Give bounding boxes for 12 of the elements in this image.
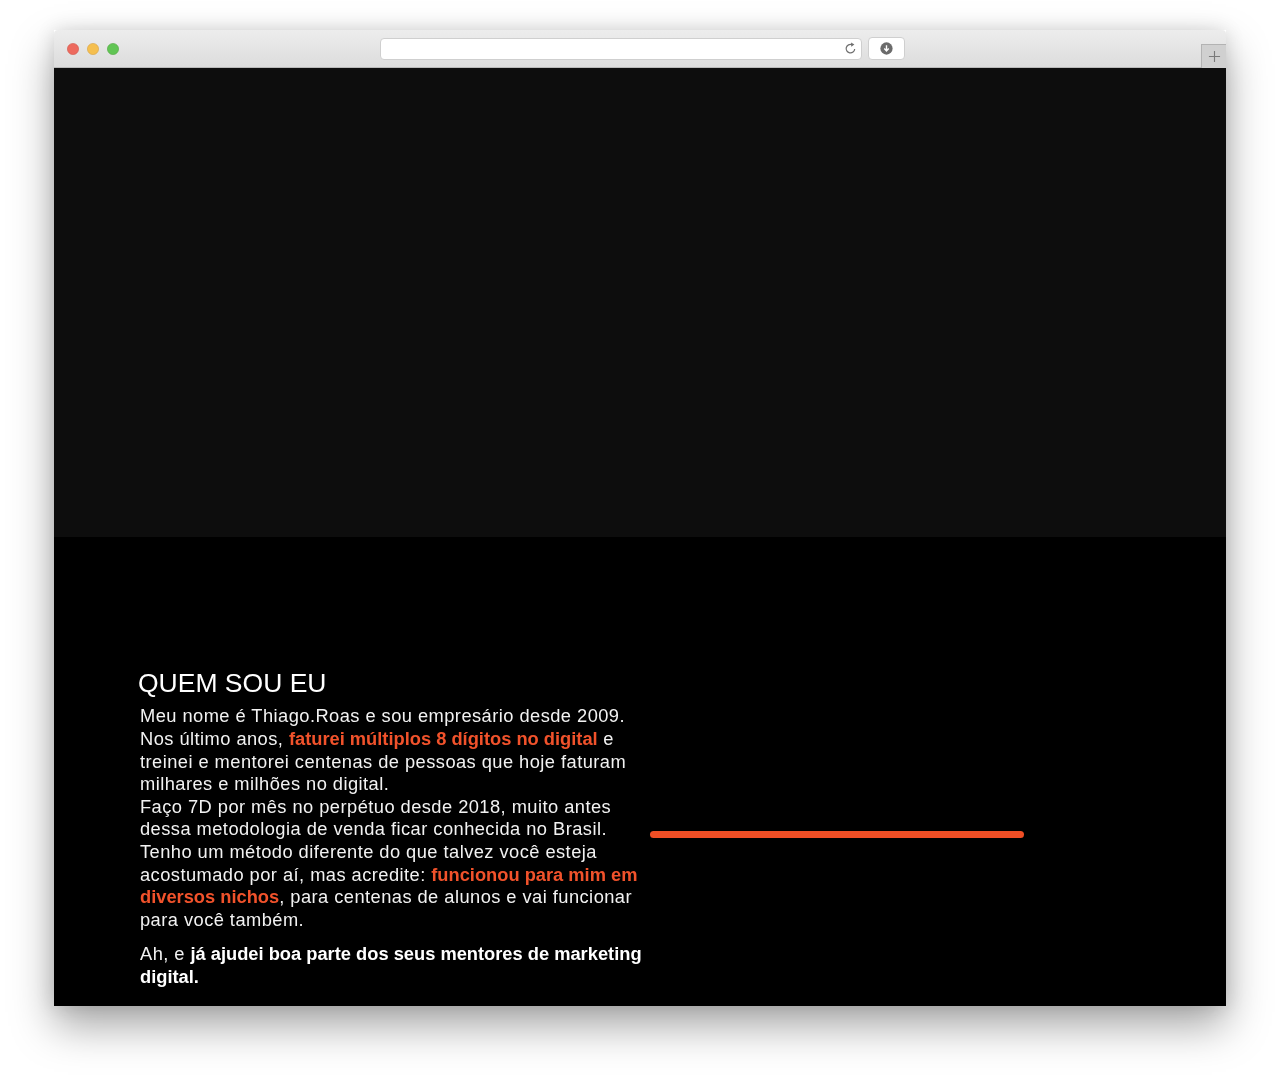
address-field[interactable] [380, 37, 862, 60]
window-zoom-icon[interactable] [107, 42, 119, 55]
window-minimize-icon[interactable] [87, 42, 99, 55]
window-close-icon[interactable] [67, 42, 79, 55]
download-icon [880, 42, 893, 55]
download-button[interactable] [868, 37, 905, 60]
new-tab-button[interactable] [1201, 44, 1226, 68]
plus-icon [1207, 50, 1221, 63]
bio-paragraph: Meu nome é Thiago.Roas e sou empresário desde 2009. Nos último anos, faturei múltiplos 8 dígitos no digital e treinei e mentorei centenas de pessoas que hoje faturam milhares e milhões no digital. Faço 7D por mês no perpétuo desde 2018, muito antes dessa metodologia de venda ficar conhecida no Brasil. Tenho um método diferente do que talvez você esteja acostumado por aí, mas acredite: funcionou para mim em diversos nichos, para centenas de alunos e vai funcionar para você também. [140, 705, 639, 932]
section-heading: QUEM SOU EU [138, 667, 327, 700]
bio-paragraph: Ah, e já ajudei boa parte dos seus mentores de marketing digital. [140, 943, 643, 989]
reload-icon[interactable] [844, 42, 857, 55]
